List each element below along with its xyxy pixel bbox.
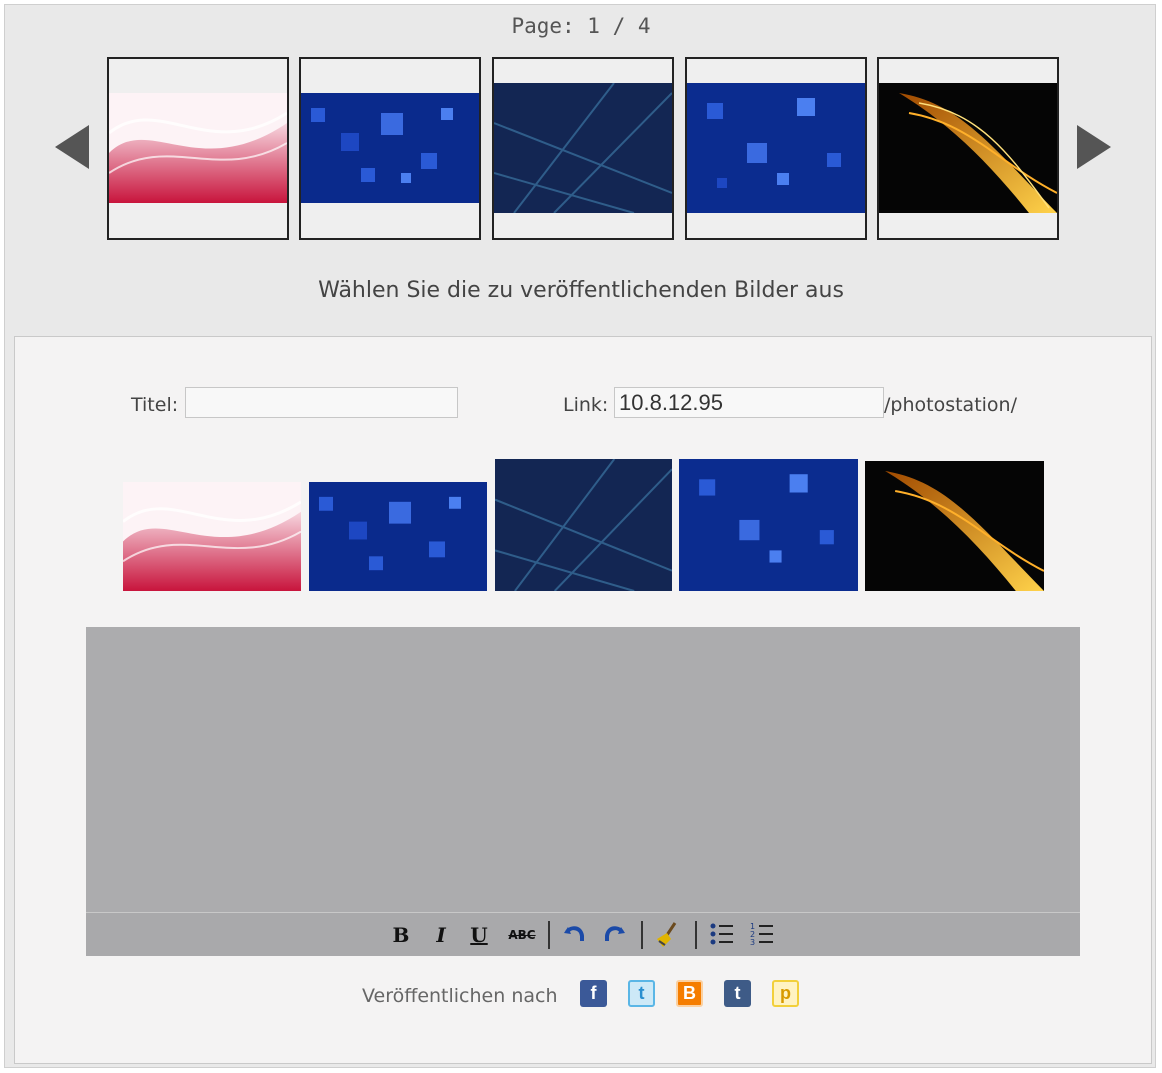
link-label: Link: [563, 394, 609, 416]
toolbar-separator [641, 921, 643, 949]
toolbar-separator [548, 921, 550, 949]
blue-squares-2-image [687, 83, 865, 213]
twitter-icon[interactable]: t [628, 980, 655, 1007]
thumbnail-blue-squares-2[interactable] [685, 57, 867, 240]
title-input[interactable] [185, 387, 458, 418]
thumbnail-blue-squares[interactable] [299, 57, 481, 240]
publish-to-label: Veröffentlichen nach [362, 985, 558, 1007]
fire-flame-image [879, 83, 1057, 213]
underline-button[interactable]: U [468, 921, 490, 949]
undo-icon[interactable] [560, 921, 588, 949]
italic-button[interactable]: I [430, 921, 452, 949]
bullet-list-icon[interactable] [708, 921, 736, 949]
description-editor[interactable] [86, 627, 1080, 912]
dark-blue-lines-image [494, 83, 672, 213]
bold-button[interactable]: B [390, 921, 412, 949]
blue-squares-image [301, 93, 479, 203]
plurk-icon[interactable]: p [772, 980, 799, 1007]
instruction-text: Wählen Sie die zu veröffentlichenden Bil… [318, 278, 844, 303]
svg-text:3: 3 [750, 938, 755, 947]
next-page-arrow-icon[interactable] [1077, 125, 1111, 169]
page-indicator: Page: 1 / 4 [511, 14, 651, 38]
pink-waves-image [109, 93, 287, 203]
selected-image-dark-blue-lines[interactable] [495, 459, 672, 591]
blogger-icon[interactable]: B [676, 980, 703, 1007]
tumblr-icon[interactable]: t [724, 980, 751, 1007]
selected-image-pink-waves[interactable] [123, 482, 301, 591]
link-suffix: /photostation/ [884, 394, 1017, 416]
numbered-list-icon[interactable]: 123 [748, 921, 776, 949]
clean-format-broom-icon[interactable] [652, 921, 682, 949]
previous-page-arrow-icon[interactable] [55, 125, 89, 169]
editor-toolbar: B I U ABC 123 [86, 912, 1080, 956]
selected-image-fire-flame[interactable] [865, 461, 1044, 591]
thumbnail-fire-flame[interactable] [877, 57, 1059, 240]
toolbar-separator [695, 921, 697, 949]
selected-image-blue-squares[interactable] [309, 482, 487, 591]
link-input[interactable]: 10.8.12.95 [614, 387, 884, 418]
redo-icon[interactable] [601, 921, 629, 949]
thumbnail-dark-blue-lines[interactable] [492, 57, 674, 240]
strikethrough-button[interactable]: ABC [506, 921, 538, 949]
title-label: Titel: [131, 394, 179, 416]
selected-image-blue-squares-2[interactable] [679, 459, 858, 591]
facebook-icon[interactable]: f [580, 980, 607, 1007]
thumbnail-pink-waves[interactable] [107, 57, 289, 240]
